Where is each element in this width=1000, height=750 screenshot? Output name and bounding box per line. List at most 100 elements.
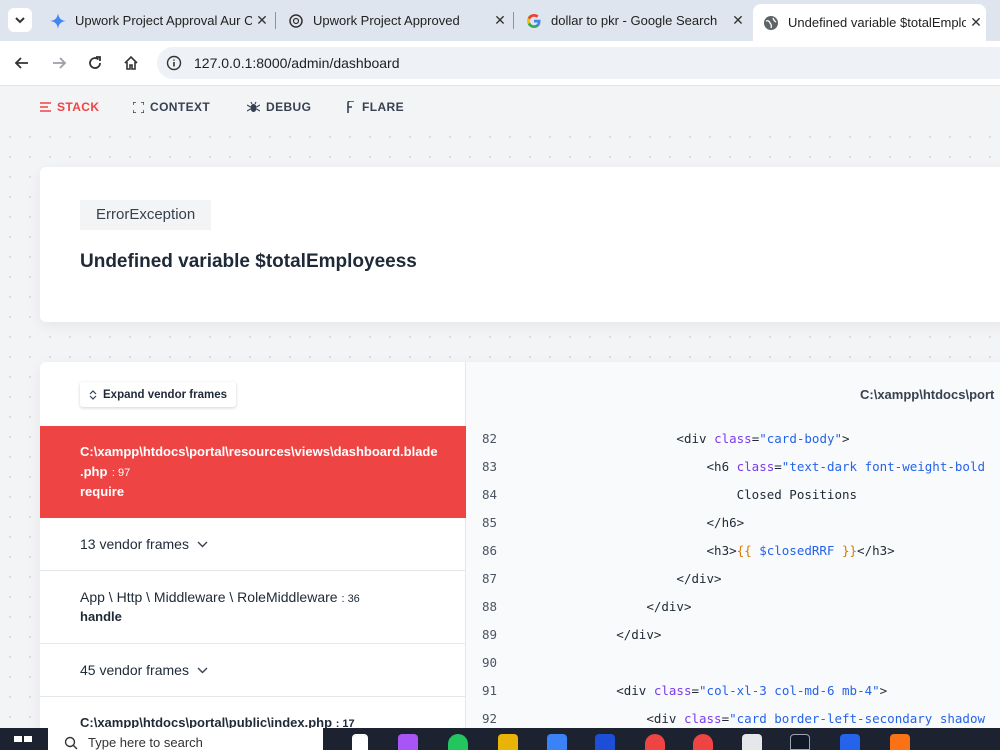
chevron-down-icon [197,667,208,673]
nav-context-label: CONTEXT [150,100,211,114]
home-icon [124,55,138,70]
vendor-frames-toggle[interactable]: 45 vendor frames [40,644,466,697]
browser-tab-active[interactable]: Undefined variable $totalEmplo ✕ [753,4,986,41]
nav-context[interactable]: CONTEXT [133,100,210,114]
frame-path: C:\xampp\htdocs\portal\resources\views\d… [80,444,438,459]
code-line-text: Closed Positions [736,487,858,502]
code-line-text: <div class="col-xl-3 col-md-6 mb-4"> [616,683,888,698]
stack-frame[interactable]: App \ Http \ Middleware \ RoleMiddleware… [40,571,466,644]
chrome-icon[interactable] [645,734,665,750]
chrome-profile-icon[interactable] [693,734,713,750]
code-line-number: 84 [482,487,498,502]
code-line: 89 </div> [466,621,1000,649]
arrow-left-icon [14,57,28,69]
code-line: 86 <h3>{{ $closedRRF }}</h3> [466,537,1000,565]
frame-path-end: .php [80,464,108,479]
exception-class-badge: ErrorException [80,200,212,230]
vendor-frames-label: 13 vendor frames [80,536,189,552]
chevron-down-icon [197,541,208,547]
code-line-text: <h6 class="text-dark font-weight-bold [706,459,985,474]
code-snippet-pane: C:\xampp\htdocs\port 82 <div class="card… [466,362,1000,750]
stack-frame-active[interactable]: C:\xampp\htdocs\portal\resources\views\d… [40,426,466,518]
tab-divider [275,12,276,29]
taskbar-search-placeholder: Type here to search [88,735,203,750]
close-tab-icon[interactable]: ✕ [966,14,986,31]
code-file-path: C:\xampp\htdocs\port [860,387,995,402]
code-line-text: <h3>{{ $closedRRF }}</h3> [706,543,895,558]
close-tab-icon[interactable]: ✕ [490,12,510,29]
forward-button[interactable] [47,51,71,75]
code-line: 90 [466,649,1000,677]
xampp-icon[interactable] [890,734,910,750]
code-line-number: 87 [482,571,498,586]
windows-start-icon[interactable] [14,736,32,750]
app-icon[interactable] [742,734,762,750]
edge-icon[interactable] [448,734,468,750]
nav-stack[interactable]: STACK [40,100,99,114]
nav-flare-label: FLARE [362,100,404,114]
vscode-icon[interactable] [840,734,860,750]
task-view-icon[interactable] [352,734,368,750]
browser-tab[interactable]: dollar to pkr - Google Search ✕ [516,6,748,35]
browser-toolbar: 127.0.0.1:8000/admin/dashboard [0,41,1000,86]
file-explorer-icon[interactable] [498,734,518,750]
code-line: 84 Closed Positions [466,481,1000,509]
close-tab-icon[interactable]: ✕ [252,12,272,29]
error-card: ErrorException Undefined variable $total… [40,167,1000,322]
nav-stack-label: STACK [57,100,100,114]
taskbar-search-box[interactable]: Type here to search [48,728,323,750]
arrow-right-icon [53,57,67,69]
code-line-number: 85 [482,515,498,530]
reload-icon [89,56,101,69]
reload-button[interactable] [83,51,107,75]
frame-method: require [80,484,125,499]
flare-icon [347,101,354,113]
url-text: 127.0.0.1:8000/admin/dashboard [194,55,400,71]
nav-flare[interactable]: FLARE [346,100,404,114]
code-line: 85 </h6> [466,509,1000,537]
store-icon[interactable] [547,734,567,750]
expand-vendor-frames-button[interactable]: Expand vendor frames [80,382,236,407]
code-line-number: 91 [482,683,498,698]
terminal-icon[interactable] [790,734,810,750]
home-button[interactable] [119,51,143,75]
code-line-number: 82 [482,431,498,446]
frame-line-number: : 36 [341,593,360,605]
code-line-text: <div class="card-body"> [676,431,850,446]
tab-title: Undefined variable $totalEmplo [788,15,966,30]
vendor-frames-toggle[interactable]: 13 vendor frames [40,518,466,571]
code-line: 83 <h6 class="text-dark font-weight-bold [466,453,1000,481]
back-button[interactable] [10,51,34,75]
code-line-number: 86 [482,543,498,558]
frames-list: Expand vendor frames C:\xampp\htdocs\por… [40,362,466,750]
code-line: 91 <div class="col-xl-3 col-md-6 mb-4"> [466,677,1000,705]
code-line: 88 </div> [466,593,1000,621]
stack-trace-card: Expand vendor frames C:\xampp\htdocs\por… [40,362,1000,750]
close-tab-icon[interactable]: ✕ [728,12,748,29]
code-line: 82 <div class="card-body"> [466,425,1000,453]
info-icon[interactable] [166,55,182,71]
gemini-sparkle-icon [50,12,66,29]
error-message: Undefined variable $totalEmployeess [80,251,417,272]
browser-tab[interactable]: Upwork Project Approval Aur C ✕ [40,6,272,35]
tab-search-button[interactable] [8,8,32,32]
copilot-icon[interactable] [398,734,418,750]
code-lines: 82 <div class="card-body"> 83 <h6 class="… [466,425,1000,733]
code-line-number: 88 [482,599,498,614]
tab-title: Upwork Project Approved [313,13,460,28]
code-line-number: 89 [482,627,498,642]
frame-path: App \ Http \ Middleware \ RoleMiddleware [80,589,338,605]
nav-debug[interactable]: DEBUG [247,100,311,114]
browser-tab[interactable]: Upwork Project Approved ✕ [278,6,510,35]
bug-icon [247,101,260,112]
address-bar[interactable]: 127.0.0.1:8000/admin/dashboard [157,47,1000,79]
frame-method: handle [80,609,122,624]
expand-icon [89,389,97,400]
mail-icon[interactable] [595,734,615,750]
tab-divider [513,12,514,29]
chevron-down-icon [15,17,25,24]
vendor-frames-label: 45 vendor frames [80,662,189,678]
code-line-number: 90 [482,655,498,670]
code-line-number: 83 [482,459,498,474]
code-line-text: </div> [616,627,662,642]
